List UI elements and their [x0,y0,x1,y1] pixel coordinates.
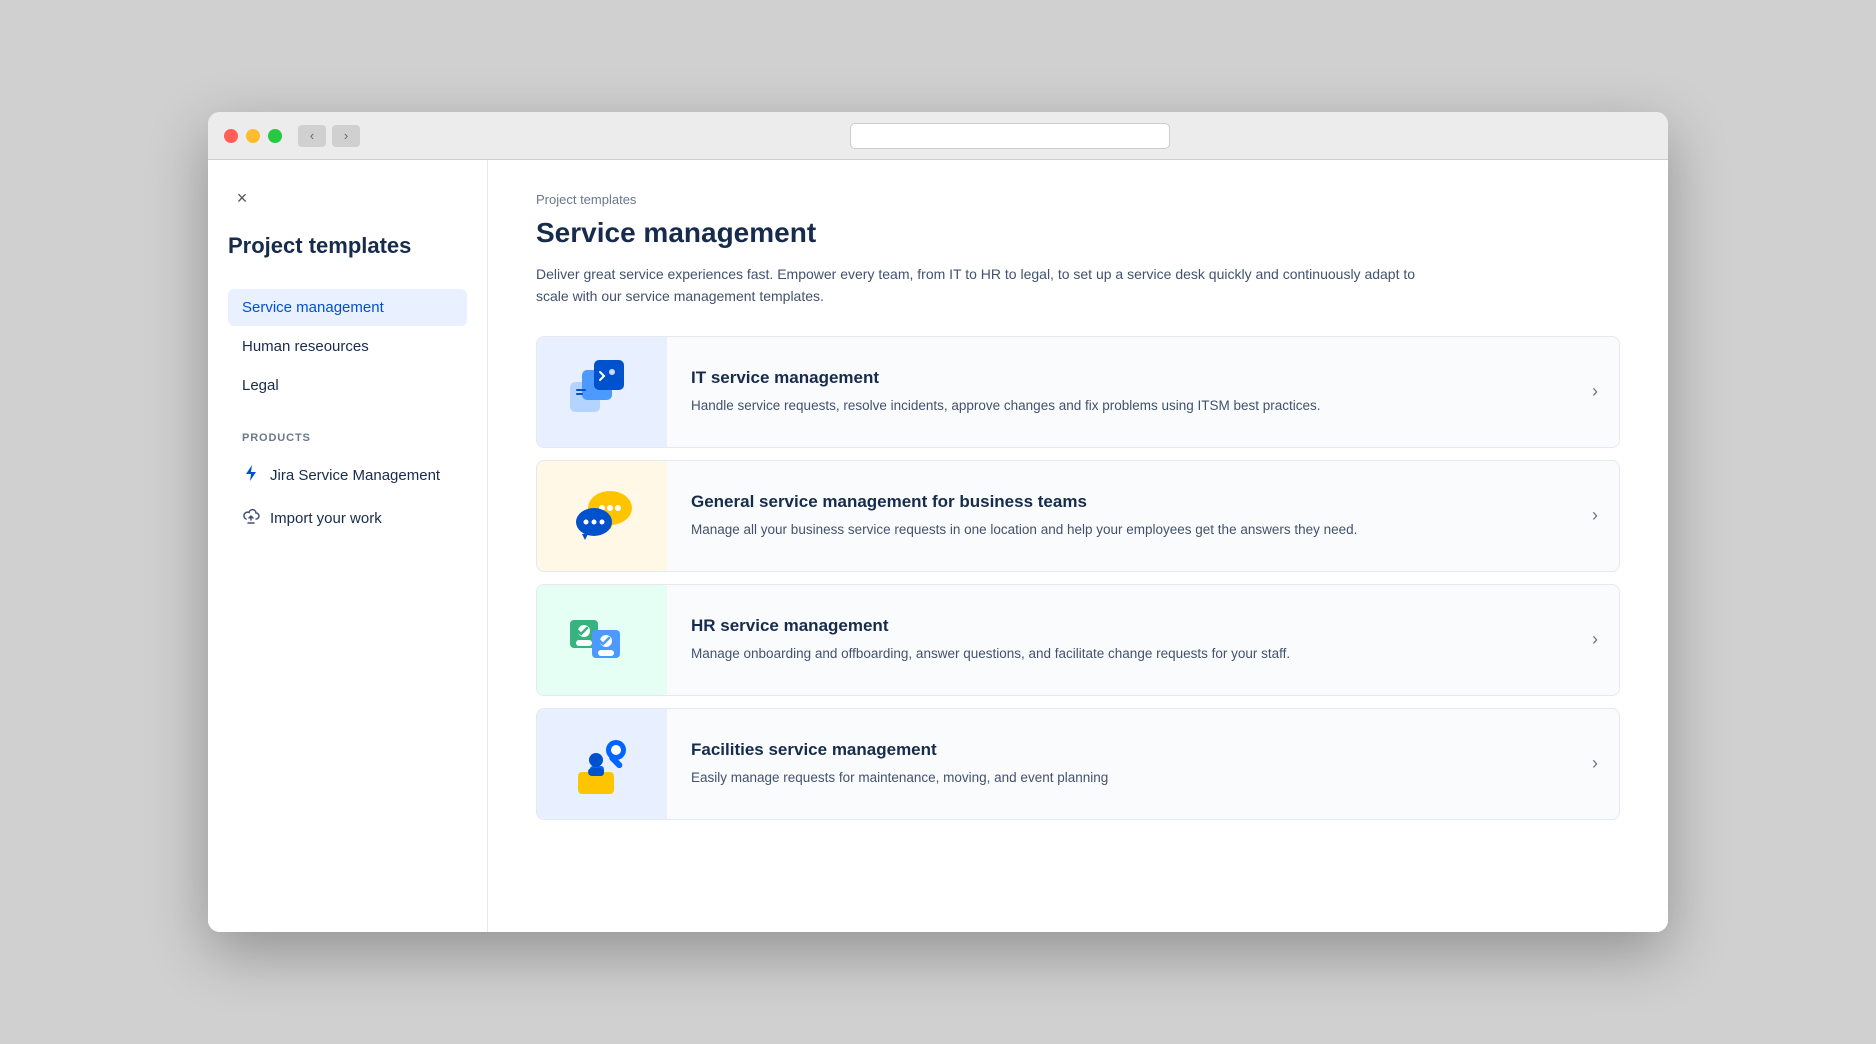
titlebar-search-area [368,123,1652,149]
template-title-facilities: Facilities service management [691,740,1547,760]
template-icon-facilities [537,709,667,819]
sidebar-item-human-resources[interactable]: Human reseources [228,328,467,365]
sidebar-item-service-management[interactable]: Service management [228,289,467,326]
cloud-upload-icon [242,507,260,530]
sidebar-item-import-label: Import your work [270,510,382,527]
template-title-general: General service management for business … [691,492,1547,512]
page-description: Deliver great service experiences fast. … [536,263,1436,308]
template-arrow-it: › [1571,381,1619,402]
window-body: × Project templates Service management H… [208,160,1668,932]
template-desc-hr: Manage onboarding and offboarding, answe… [691,644,1371,664]
sidebar-nav: Service management Human reseources Lega… [228,289,467,404]
app-window: ‹ › × Project templates Service manageme… [208,112,1668,932]
template-info-hr: HR service management Manage onboarding … [667,596,1571,684]
sidebar-item-jira-label: Jira Service Management [270,467,440,484]
sidebar-item-import-your-work[interactable]: Import your work [228,497,467,540]
sidebar-section-products: PRODUCTS [242,432,467,444]
forward-button[interactable]: › [332,125,360,147]
breadcrumb: Project templates [536,192,1620,207]
template-arrow-hr: › [1571,629,1619,650]
template-card-hr-service[interactable]: HR service management Manage onboarding … [536,584,1620,696]
lightning-icon [242,464,260,487]
template-info-it: IT service management Handle service req… [667,348,1571,436]
template-icon-general [537,461,667,571]
template-card-it-service[interactable]: IT service management Handle service req… [536,336,1620,448]
template-info-general: General service management for business … [667,472,1571,560]
titlebar: ‹ › [208,112,1668,160]
template-desc-facilities: Easily manage requests for maintenance, … [691,768,1371,788]
back-button[interactable]: ‹ [298,125,326,147]
nav-controls: ‹ › [298,125,360,147]
template-card-facilities-service[interactable]: Facilities service management Easily man… [536,708,1620,820]
sidebar-item-legal[interactable]: Legal [228,367,467,404]
minimize-window-button[interactable] [246,129,260,143]
sidebar-close-button[interactable]: × [228,184,256,212]
template-desc-general: Manage all your business service request… [691,520,1371,540]
template-title-hr: HR service management [691,616,1547,636]
template-arrow-general: › [1571,505,1619,526]
template-info-facilities: Facilities service management Easily man… [667,720,1571,808]
page-title: Service management [536,217,1620,249]
template-desc-it: Handle service requests, resolve inciden… [691,396,1371,416]
template-arrow-facilities: › [1571,753,1619,774]
sidebar-title: Project templates [228,232,467,261]
main-content: Project templates Service management Del… [488,160,1668,932]
sidebar: × Project templates Service management H… [208,160,488,932]
sidebar-item-jira-service-management[interactable]: Jira Service Management [228,454,467,497]
close-window-button[interactable] [224,129,238,143]
template-card-general-service[interactable]: General service management for business … [536,460,1620,572]
url-bar[interactable] [850,123,1170,149]
template-icon-hr [537,585,667,695]
template-icon-it [537,337,667,447]
template-title-it: IT service management [691,368,1547,388]
maximize-window-button[interactable] [268,129,282,143]
